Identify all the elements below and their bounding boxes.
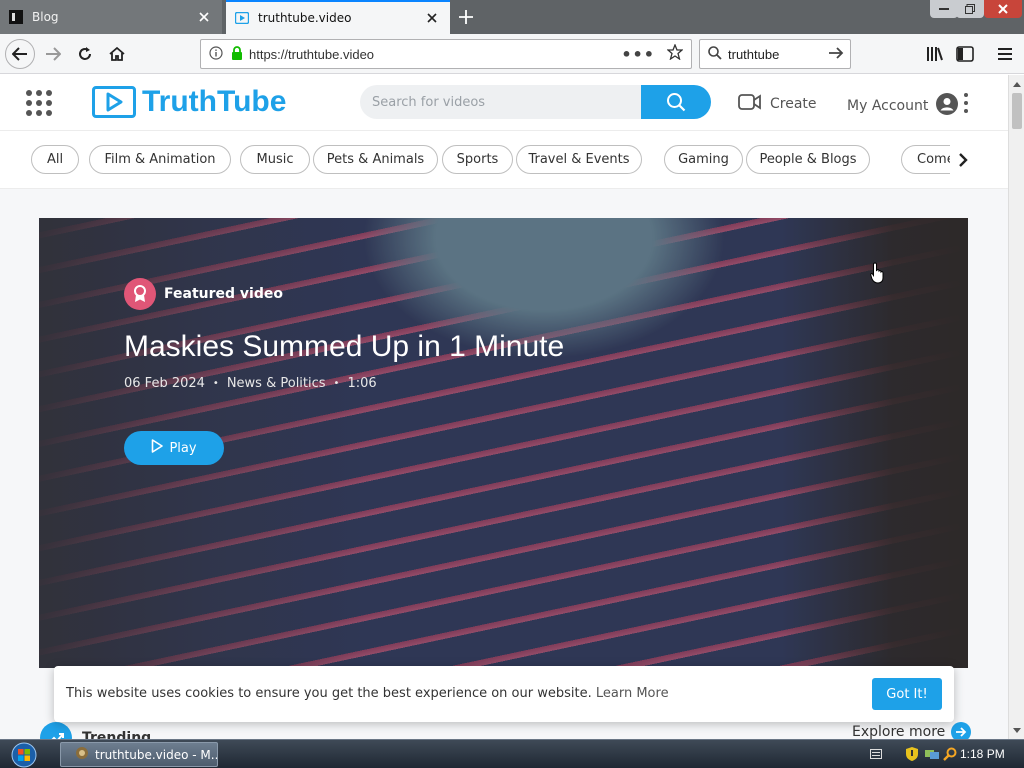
chip-people-blogs[interactable]: People & Blogs	[746, 145, 870, 174]
video-search-input[interactable]: Search for videos	[360, 85, 642, 119]
reload-button[interactable]	[70, 39, 100, 69]
chip-gaming[interactable]: Gaming	[664, 145, 743, 174]
video-camera-icon	[738, 93, 762, 115]
close-tab-icon[interactable]	[422, 8, 442, 28]
award-icon	[124, 278, 156, 310]
new-tab-button[interactable]	[454, 5, 478, 29]
scroll-thumb[interactable]	[1012, 93, 1022, 129]
chip-all[interactable]: All	[31, 145, 79, 174]
tab-title: Blog	[32, 10, 59, 24]
truthtube-favicon-icon	[234, 10, 250, 26]
tab-truthtube[interactable]: truthtube.video	[226, 0, 450, 34]
chip-pets-animals[interactable]: Pets & Animals	[313, 145, 438, 174]
close-tab-icon[interactable]	[194, 7, 214, 27]
home-button[interactable]	[102, 39, 132, 69]
taskbar-browser-item[interactable]: truthtube.video - M...	[60, 742, 218, 767]
chip-sports[interactable]: Sports	[442, 145, 513, 174]
video-duration: 1:06	[347, 376, 377, 391]
keyboard-tray-icon[interactable]	[868, 746, 884, 762]
restore-window-button[interactable]	[956, 0, 984, 18]
hero-content: Featured video Maskies Summed Up in 1 Mi…	[124, 278, 564, 465]
create-button[interactable]: Create	[738, 93, 817, 115]
search-go-arrow-icon[interactable]	[828, 45, 844, 64]
hand-cursor-icon	[870, 262, 886, 288]
page-actions-icon[interactable]: •••	[621, 45, 655, 64]
cookie-message: This website uses cookies to ensure you …	[66, 686, 669, 701]
minimize-window-button[interactable]	[930, 0, 958, 18]
featured-video-hero[interactable]: Featured video Maskies Summed Up in 1 Mi…	[39, 218, 968, 668]
chip-travel-events[interactable]: Travel & Events	[516, 145, 642, 174]
cookie-consent-banner: This website uses cookies to ensure you …	[54, 666, 954, 722]
browser-search-bar[interactable]: truthtube	[699, 39, 851, 69]
video-category[interactable]: News & Politics	[227, 376, 326, 391]
info-icon[interactable]	[209, 45, 223, 64]
search-icon	[708, 45, 722, 64]
site-header: TruthTube Search for videos Create My Ac…	[0, 75, 1008, 131]
play-label: Play	[169, 440, 197, 456]
hero-video-title[interactable]: Maskies Summed Up in 1 Minute	[124, 330, 564, 364]
search-tray-icon[interactable]	[942, 746, 958, 762]
create-label: Create	[770, 96, 817, 112]
featured-label: Featured video	[164, 286, 283, 302]
separator-dot: •	[212, 378, 219, 389]
os-taskbar: truthtube.video - M... 1:18 PM	[0, 739, 1024, 768]
separator-dot: •	[333, 378, 340, 389]
url-text: https://truthtube.video	[249, 46, 375, 62]
back-button[interactable]	[5, 39, 35, 69]
logo-play-icon	[92, 86, 136, 118]
browser-app-icon	[75, 746, 89, 763]
browser-nav-bar: https://truthtube.video ••• truthtube	[0, 34, 1024, 74]
chevron-right-icon[interactable]	[950, 145, 976, 174]
tab-title: truthtube.video	[258, 11, 352, 25]
logo-text: TruthTube	[142, 85, 287, 118]
explore-more-label: Explore more	[852, 724, 946, 740]
accept-cookies-button[interactable]: Got It!	[872, 678, 942, 710]
learn-more-link[interactable]: Learn More	[596, 686, 669, 701]
cookie-text: This website uses cookies to ensure you …	[66, 686, 592, 701]
address-bar[interactable]: https://truthtube.video •••	[200, 39, 692, 69]
chip-music[interactable]: Music	[240, 145, 310, 174]
sidebar-toggle-icon[interactable]	[950, 39, 980, 69]
chip-film-animation[interactable]: Film & Animation	[89, 145, 231, 174]
network-icon[interactable]	[924, 746, 940, 762]
system-clock[interactable]: 1:18 PM	[960, 747, 1005, 761]
apps-grid-icon[interactable]	[26, 90, 52, 116]
security-shield-icon[interactable]	[904, 746, 920, 762]
featured-badge-row: Featured video	[124, 278, 564, 310]
page-scrollbar[interactable]	[1008, 75, 1024, 739]
search-value: truthtube	[728, 46, 780, 62]
video-search-button[interactable]	[641, 85, 711, 119]
bookmark-star-icon[interactable]	[666, 43, 684, 64]
start-button[interactable]	[4, 741, 44, 768]
video-date: 06 Feb 2024	[124, 376, 205, 391]
hamburger-menu-icon[interactable]	[990, 39, 1020, 69]
scroll-up-arrow-icon[interactable]	[1009, 77, 1024, 91]
play-icon	[151, 439, 164, 457]
taskbar-item-label: truthtube.video - M...	[95, 747, 218, 762]
user-avatar-icon	[936, 93, 959, 119]
tab-blog[interactable]: Blog	[0, 0, 222, 34]
secure-lock-icon	[231, 45, 243, 64]
my-account-button[interactable]: My Account	[847, 93, 959, 119]
browser-tab-bar: Blog truthtube.video	[0, 0, 1024, 34]
my-account-label: My Account	[847, 98, 929, 114]
close-window-button[interactable]	[984, 0, 1022, 18]
blog-favicon-icon	[8, 9, 24, 25]
scroll-down-arrow-icon[interactable]	[1009, 723, 1024, 737]
forward-button[interactable]	[38, 39, 68, 69]
hero-meta: 06 Feb 2024 • News & Politics • 1:06	[124, 376, 564, 391]
more-options-icon[interactable]	[962, 93, 970, 113]
category-chip-bar: All Film & Animation Music Pets & Animal…	[0, 131, 1008, 189]
site-logo[interactable]: TruthTube	[92, 85, 287, 118]
library-icon[interactable]	[920, 39, 950, 69]
play-button[interactable]: Play	[124, 431, 224, 465]
